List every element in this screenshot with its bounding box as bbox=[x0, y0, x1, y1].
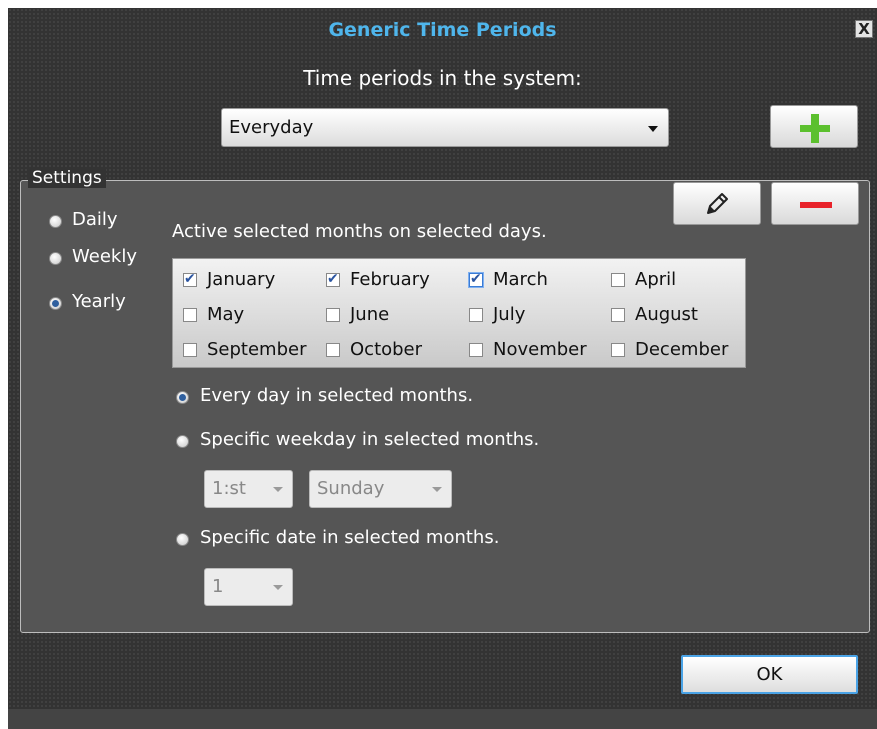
radio-daily[interactable] bbox=[49, 215, 62, 228]
periods-prompt: Time periods in the system: bbox=[303, 66, 582, 90]
month-label: September bbox=[207, 339, 307, 360]
month-label: December bbox=[635, 339, 729, 360]
month-label: June bbox=[350, 304, 390, 325]
dropdown-caret-icon bbox=[648, 126, 658, 132]
settings-group bbox=[20, 180, 870, 633]
checkbox-august[interactable] bbox=[611, 308, 625, 322]
month-label: February bbox=[350, 269, 430, 290]
weekday-name-value: Sunday bbox=[317, 478, 385, 499]
checkbox-april[interactable] bbox=[611, 273, 625, 287]
checkbox-july[interactable] bbox=[469, 308, 483, 322]
radio-every-day[interactable] bbox=[176, 391, 189, 404]
dropdown-caret-icon bbox=[273, 585, 283, 590]
weekday-ordinal-dropdown[interactable]: 1:st bbox=[204, 470, 293, 508]
month-label: May bbox=[207, 304, 245, 325]
radio-every-day-label: Every day in selected months. bbox=[200, 385, 474, 406]
radio-weekly[interactable] bbox=[49, 252, 62, 265]
dialog-window: Generic Time Periods X Time periods in t… bbox=[8, 8, 877, 729]
remove-period-button[interactable] bbox=[771, 182, 859, 225]
month-label: August bbox=[635, 304, 698, 325]
footer-strip bbox=[8, 709, 877, 729]
close-button[interactable]: X bbox=[855, 20, 873, 38]
checkbox-december[interactable] bbox=[611, 343, 625, 357]
dropdown-caret-icon bbox=[432, 487, 442, 492]
weekday-ordinal-value: 1:st bbox=[212, 478, 246, 499]
radio-yearly[interactable] bbox=[49, 297, 62, 310]
period-dropdown[interactable]: Everyday bbox=[221, 108, 669, 147]
date-value: 1 bbox=[212, 576, 224, 597]
date-dropdown[interactable]: 1 bbox=[204, 568, 293, 606]
close-icon: X bbox=[858, 20, 870, 38]
month-label: October bbox=[350, 339, 423, 360]
checkbox-june[interactable] bbox=[326, 308, 340, 322]
add-period-button[interactable] bbox=[770, 105, 858, 148]
month-label: November bbox=[493, 339, 587, 360]
dropdown-caret-icon bbox=[273, 487, 283, 492]
period-dropdown-value: Everyday bbox=[229, 117, 314, 138]
radio-weekly-label: Weekly bbox=[72, 246, 137, 267]
edit-period-button[interactable] bbox=[673, 182, 761, 225]
checkbox-january[interactable] bbox=[183, 269, 197, 289]
checkbox-february[interactable] bbox=[326, 269, 340, 289]
months-grid: January February March April May June Ju… bbox=[172, 258, 746, 368]
radio-specific-weekday-label: Specific weekday in selected months. bbox=[200, 429, 540, 450]
checkbox-may[interactable] bbox=[183, 308, 197, 322]
checkbox-october[interactable] bbox=[326, 343, 340, 357]
months-header: Active selected months on selected days. bbox=[172, 221, 547, 242]
minus-icon bbox=[800, 202, 832, 208]
window-title: Generic Time Periods bbox=[328, 19, 557, 41]
month-label: April bbox=[635, 269, 677, 290]
checkbox-march[interactable] bbox=[469, 269, 483, 289]
pencil-icon bbox=[707, 193, 728, 214]
month-label: March bbox=[493, 269, 548, 290]
radio-specific-date-label: Specific date in selected months. bbox=[200, 527, 500, 548]
radio-specific-date[interactable] bbox=[176, 533, 189, 546]
weekday-name-dropdown[interactable]: Sunday bbox=[309, 470, 452, 508]
radio-yearly-label: Yearly bbox=[72, 291, 126, 312]
ok-button[interactable]: OK bbox=[681, 655, 858, 694]
month-label: July bbox=[493, 304, 526, 325]
radio-specific-weekday[interactable] bbox=[176, 435, 189, 448]
month-label: January bbox=[207, 269, 276, 290]
title-bar: Generic Time Periods X bbox=[8, 8, 877, 52]
radio-daily-label: Daily bbox=[72, 209, 118, 230]
checkbox-november[interactable] bbox=[469, 343, 483, 357]
checkbox-september[interactable] bbox=[183, 343, 197, 357]
settings-legend: Settings bbox=[28, 168, 106, 188]
